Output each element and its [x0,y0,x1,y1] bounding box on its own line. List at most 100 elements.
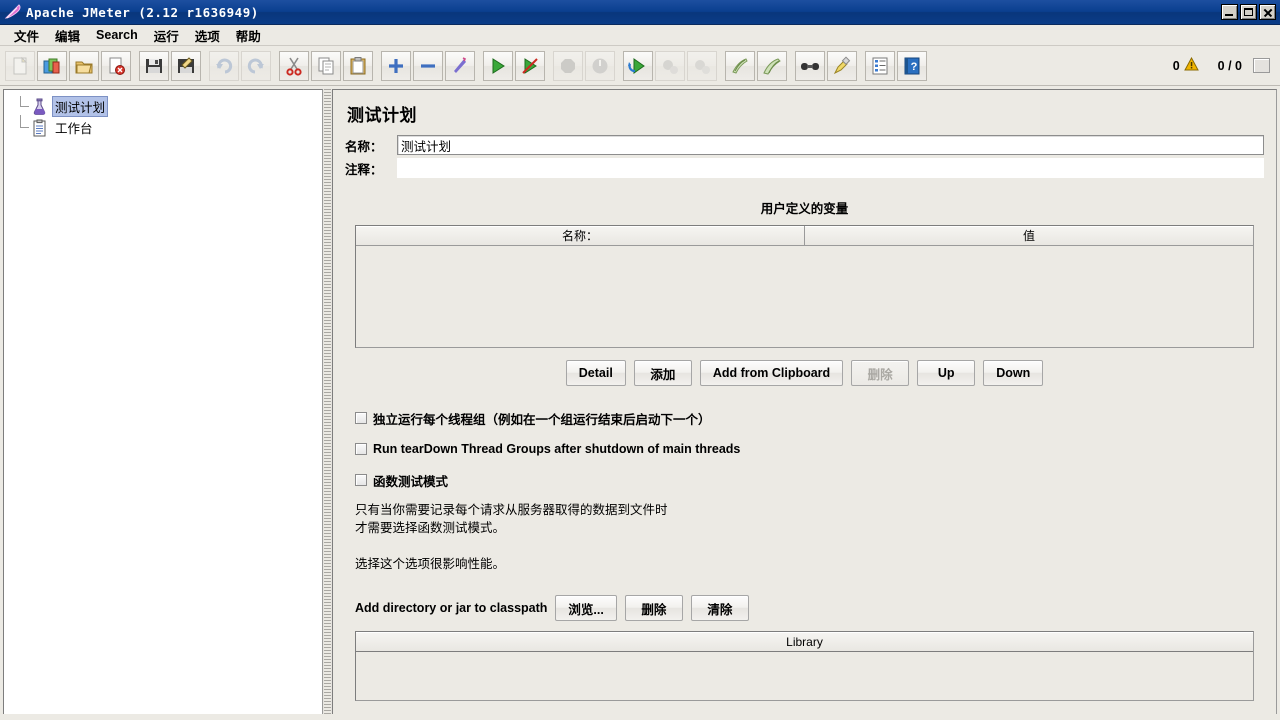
toolbar-shutdown-icon[interactable] [585,50,615,81]
svg-text:?: ? [911,61,918,73]
error-count: 0 [1172,58,1180,73]
toolbar-templates-icon[interactable] [37,50,67,81]
toolbar-collapse-all-icon[interactable] [413,50,443,81]
checkbox-box[interactable] [355,412,367,424]
toolbar-status: 0 0 / 0 [1172,56,1276,74]
browse-button[interactable]: 浏览... [555,595,617,621]
tree-node-label: 测试计划 [52,96,109,117]
add-button[interactable]: 添加 [633,360,692,386]
menu-item-options[interactable]: 选项 [187,24,228,47]
window-title: Apache JMeter (2.12 r1636949) [26,4,259,20]
tree-elbow [14,96,30,117]
progress-box-icon [1253,58,1270,73]
column-header-name[interactable]: 名称： [356,226,805,245]
library-column-header[interactable]: Library [356,632,1253,652]
title-bar: Apache JMeter (2.12 r1636949) [0,0,1280,25]
checkbox-label: 独立运行每个线程组（例如在一个组运行结束后启动下一个） [373,412,711,427]
checkbox-functional-test-mode[interactable]: 函数测试模式 [355,470,1264,490]
functional-mode-help-text: 只有当你需要记录每个请求从服务器取得的数据到文件时 才需要选择函数测试模式。 选… [355,501,1264,573]
checkbox-run-thread-groups-consecutively[interactable]: 独立运行每个线程组（例如在一个组运行结束后启动下一个） [355,408,1264,428]
toolbar-save-icon[interactable] [139,50,169,81]
test-plan-editor-panel: 测试计划 名称： 测试计划 注释： 用户定义的变量 名称： 值 Detail 添… [332,89,1277,718]
tree-node-workbench[interactable]: 工作台 [14,115,322,138]
thread-counter: 0 / 0 [1217,58,1242,73]
comment-input[interactable] [397,158,1264,178]
workbench-clipboard-icon [30,118,49,137]
toolbar-search-icon[interactable] [795,50,825,81]
toolbar-redo-icon[interactable] [241,50,271,81]
split-pane-divider[interactable] [323,89,332,718]
toolbar-clear-all-icon[interactable] [757,50,787,81]
tree-elbow [14,115,30,138]
bottom-strip [0,714,1280,720]
library-table: Library [355,631,1254,701]
maximize-icon[interactable] [1240,4,1257,20]
toolbar-cut-icon[interactable] [279,50,309,81]
checkbox-run-teardown-thread-groups[interactable]: Run tearDown Thread Groups after shutdow… [355,439,1264,459]
warning-triangle-icon[interactable] [1183,56,1199,74]
toolbar-remote-stop-all-icon[interactable] [655,50,685,81]
tree-node-label: 工作台 [55,122,93,136]
comment-label: 注释： [345,162,383,177]
library-table-body[interactable] [356,652,1253,700]
toolbar-clear-icon[interactable] [725,50,755,81]
checkbox-label: 函数测试模式 [373,474,449,489]
jmeter-window: Apache JMeter (2.12 r1636949) 文件 编辑 Sear… [0,0,1280,720]
toolbar-copy-icon[interactable] [311,50,341,81]
menu-item-help[interactable]: 帮助 [228,24,269,47]
detail-button[interactable]: Detail [565,360,626,386]
toolbar-open-icon[interactable] [69,50,99,81]
menu-item-file[interactable]: 文件 [6,24,47,47]
menu-item-edit[interactable]: 编辑 [47,24,88,47]
checkbox-box[interactable] [355,443,367,455]
test-plan-tree: 测试计划 工作台 [4,90,322,138]
table-body[interactable] [356,246,1253,347]
classpath-delete-button[interactable]: 删除 [624,595,683,621]
toolbar-remote-start-all-icon[interactable] [623,50,653,81]
delete-button: 删除 [851,360,910,386]
toolbar-expand-all-icon[interactable] [381,50,411,81]
test-plan-tree-panel: 测试计划 工作台 [3,89,323,718]
name-label: 名称： [345,139,383,154]
classpath-label: Add directory or jar to classpath [355,601,548,615]
add-from-clipboard-button[interactable]: Add from Clipboard [699,360,844,386]
up-button[interactable]: Up [917,360,976,386]
help-line-1: 只有当你需要记录每个请求从服务器取得的数据到文件时 [355,503,668,517]
toolbar-search-reset-icon[interactable] [827,50,857,81]
options-checkbox-group: 独立运行每个线程组（例如在一个组运行结束后启动下一个） Run tearDown… [355,408,1264,490]
toolbar-save-as-icon[interactable] [171,50,201,81]
close-icon[interactable] [1259,4,1276,20]
checkbox-label: Run tearDown Thread Groups after shutdow… [373,442,741,456]
toolbar-paste-icon[interactable] [343,50,373,81]
name-field-row: 名称： 测试计划 [345,135,1264,155]
menu-item-search[interactable]: Search [88,26,146,44]
classpath-clear-button[interactable]: 清除 [690,595,749,621]
jmeter-feather-icon [3,3,23,21]
toolbar-undo-icon[interactable] [209,50,239,81]
name-input[interactable]: 测试计划 [397,135,1264,155]
checkbox-box[interactable] [355,474,367,486]
toolbar-toggle-icon[interactable] [445,50,475,81]
menu-bar: 文件 编辑 Search 运行 选项 帮助 [0,25,1280,46]
down-button[interactable]: Down [983,360,1044,386]
menu-item-run[interactable]: 运行 [146,24,187,47]
tree-node-test-plan[interactable]: 测试计划 [14,96,322,117]
toolbar-close-file-icon[interactable] [101,50,131,81]
toolbar-start-no-pauses-icon[interactable] [515,50,545,81]
toolbar: ? 0 0 / 0 [0,46,1280,86]
classpath-row: Add directory or jar to classpath 浏览... … [355,595,1264,621]
toolbar-remote-shutdown-all-icon[interactable] [687,50,717,81]
column-header-value[interactable]: 值 [805,226,1253,245]
comment-field-row: 注释： [345,158,1264,178]
toolbar-stop-icon[interactable] [553,50,583,81]
page-title: 测试计划 [347,106,417,125]
variables-button-row: Detail 添加 Add from Clipboard 删除 Up Down [345,360,1264,386]
help-line-2: 才需要选择函数测试模式。 [355,521,506,535]
toolbar-start-icon[interactable] [483,50,513,81]
minimize-icon[interactable] [1221,4,1238,20]
user-defined-variables-title: 用户定义的变量 [760,202,849,216]
user-defined-variables-table: 名称： 值 [355,225,1254,348]
toolbar-help-icon[interactable]: ? [897,50,927,81]
toolbar-function-helper-icon[interactable] [865,50,895,81]
toolbar-new-icon[interactable] [5,50,35,81]
